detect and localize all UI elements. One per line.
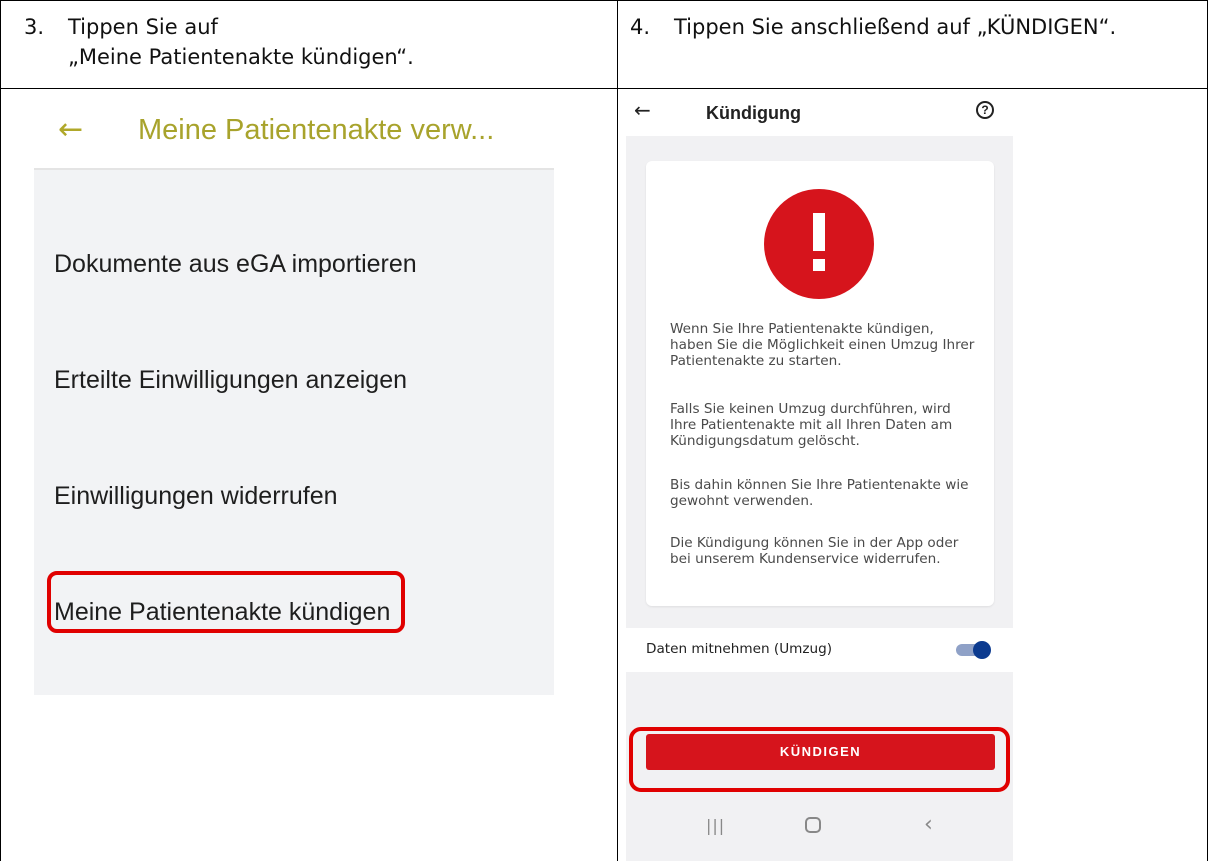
step-3-line-1: Tippen Sie auf <box>68 15 218 39</box>
table-column-divider <box>617 0 618 861</box>
alert-dot <box>813 259 825 271</box>
table-border-left <box>0 0 1 861</box>
step-3-line-2: „Meine Patientenakte kündigen“. <box>68 45 414 69</box>
table-border-top <box>0 0 1208 1</box>
menu-item-show-consents[interactable]: Erteilte Einwilligungen anzeigen <box>54 366 407 395</box>
system-nav-bar: ||| ‹ <box>626 792 1013 861</box>
info-paragraph: Die Kündigung können Sie in der App oder… <box>670 535 959 567</box>
table-row-divider <box>0 88 1208 89</box>
toggle-knob <box>973 641 991 659</box>
back-icon[interactable]: ‹ <box>924 812 933 837</box>
help-circle-icon[interactable]: ? <box>976 101 994 119</box>
step-4-number: 4. <box>630 15 651 39</box>
arrow-left-icon[interactable]: ← <box>634 98 651 122</box>
highlight-cancel-record <box>47 571 405 633</box>
step-4-instruction: 4. Tippen Sie anschließend auf „KÜNDIGEN“… <box>630 12 1116 42</box>
app-header: ← Meine Patientenakte verw... <box>34 98 554 168</box>
move-data-row: Daten mitnehmen (Umzug) <box>626 628 1013 672</box>
step-4-text: Tippen Sie anschließend auf „KÜNDIGEN“. <box>674 15 1117 39</box>
menu-item-revoke-consents[interactable]: Einwilligungen widerrufen <box>54 482 338 511</box>
arrow-left-icon[interactable]: ← <box>58 112 83 147</box>
info-card: Wenn Sie Ihre Patientenakte kündigen, ha… <box>646 161 994 606</box>
move-data-toggle[interactable] <box>956 641 992 659</box>
recent-apps-icon[interactable]: ||| <box>706 816 725 835</box>
screen-title: Meine Patientenakte verw... <box>138 114 495 146</box>
info-paragraph: Bis dahin können Sie Ihre Patientenakte … <box>670 477 969 509</box>
highlight-cancel-button <box>629 727 1010 792</box>
home-icon[interactable] <box>805 817 821 833</box>
info-paragraph: Falls Sie keinen Umzug durchführen, wird… <box>670 401 953 449</box>
menu-item-import-documents[interactable]: Dokumente aus eGA importieren <box>54 250 417 279</box>
move-data-label: Daten mitnehmen (Umzug) <box>646 641 833 657</box>
step-3-number: 3. <box>24 15 45 39</box>
step-3-instruction: 3. Tippen Sie auf „Meine Patientenakte kü… <box>24 12 414 72</box>
screen-title: Kündigung <box>706 103 801 123</box>
app-header: ← Kündigung ? <box>626 92 1013 136</box>
alert-bar <box>813 213 825 251</box>
exclamation-alert-icon <box>764 189 874 299</box>
info-paragraph: Wenn Sie Ihre Patientenakte kündigen, ha… <box>670 321 975 369</box>
